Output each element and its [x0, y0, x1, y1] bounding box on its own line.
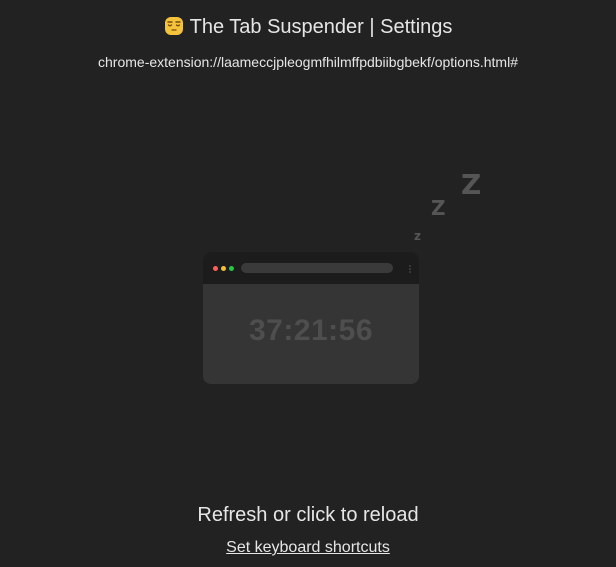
page-header: The Tab Suspender | Settings [0, 14, 616, 40]
address-bar [241, 263, 393, 273]
extension-url: chrome-extension://laameccjpleogmfhilmff… [98, 54, 518, 70]
keyboard-shortcuts-link[interactable]: Set keyboard shortcuts [226, 539, 390, 556]
zzz-icon: z Z Z [414, 168, 481, 243]
kebab-menu-icon [409, 265, 411, 273]
suspend-timer: 37:21:56 [248, 314, 374, 347]
zzz-letter-small: z [414, 229, 421, 243]
sleeping-face-icon [164, 17, 183, 35]
page-title: The Tab Suspender | Settings [189, 16, 453, 38]
reload-message[interactable]: Refresh or click to reload [0, 503, 616, 527]
window-close-dot [213, 266, 218, 271]
window-minimize-dot [221, 266, 226, 271]
window-maximize-dot [229, 266, 234, 271]
suspended-page[interactable]: The Tab Suspender | Settings chrome-exte… [0, 0, 616, 567]
shortcuts-row: Set keyboard shortcuts [0, 538, 616, 558]
zzz-letter-large: Z [461, 168, 481, 201]
sleeping-window-illustration: 37:21:56 [203, 252, 419, 384]
window-titlebar [203, 252, 419, 284]
zzz-letter-medium: Z [431, 196, 446, 220]
